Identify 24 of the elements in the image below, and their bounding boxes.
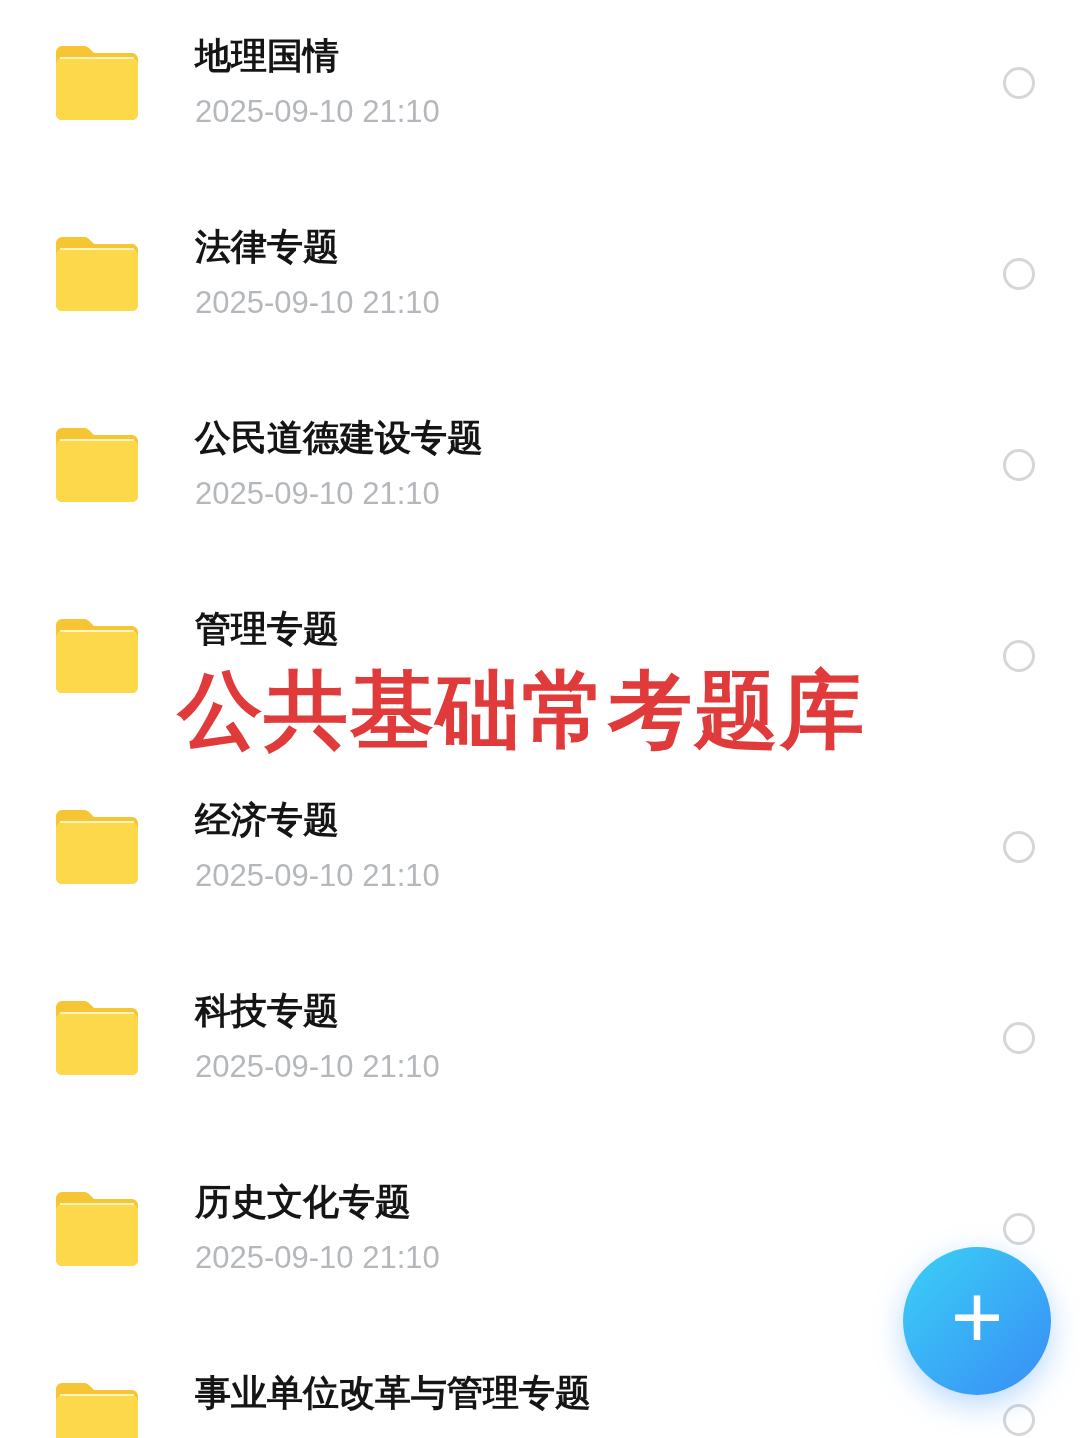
add-button[interactable]: +: [903, 1247, 1051, 1395]
modified-date: 2025-09-10 21:10: [195, 856, 441, 895]
folder-icon: [56, 1000, 138, 1075]
folder-name: 地理国情: [195, 33, 340, 78]
folder-icon: [56, 1191, 138, 1266]
folder-name: 公民道德建设专题: [195, 415, 484, 460]
folder-icon: [56, 427, 138, 502]
folder-name: 科技专题: [195, 988, 340, 1033]
folder-name: 法律专题: [195, 224, 340, 269]
overlay-caption: 公共基础常考题库: [178, 660, 866, 760]
modified-date: 2025-09-10 21:10: [195, 1238, 441, 1277]
folder-icon: [56, 45, 138, 120]
modified-date: 2025-09-10 21:10: [195, 474, 441, 513]
modified-date: 2025-09-10 21:10: [195, 1047, 441, 1086]
modified-date: 2025-09-10 21:10: [195, 283, 441, 322]
folder-icon: [56, 618, 138, 693]
modified-date: 2025-09-10 21:10: [195, 92, 441, 131]
folder-name: 管理专题: [195, 606, 340, 651]
folder-icon: [56, 1382, 138, 1438]
folder-icon: [56, 236, 138, 311]
folder-name: 经济专题: [195, 797, 340, 842]
folder-name: 历史文化专题: [195, 1179, 412, 1224]
folder-name: 事业单位改革与管理专题: [195, 1370, 592, 1415]
folder-icon: [56, 809, 138, 884]
